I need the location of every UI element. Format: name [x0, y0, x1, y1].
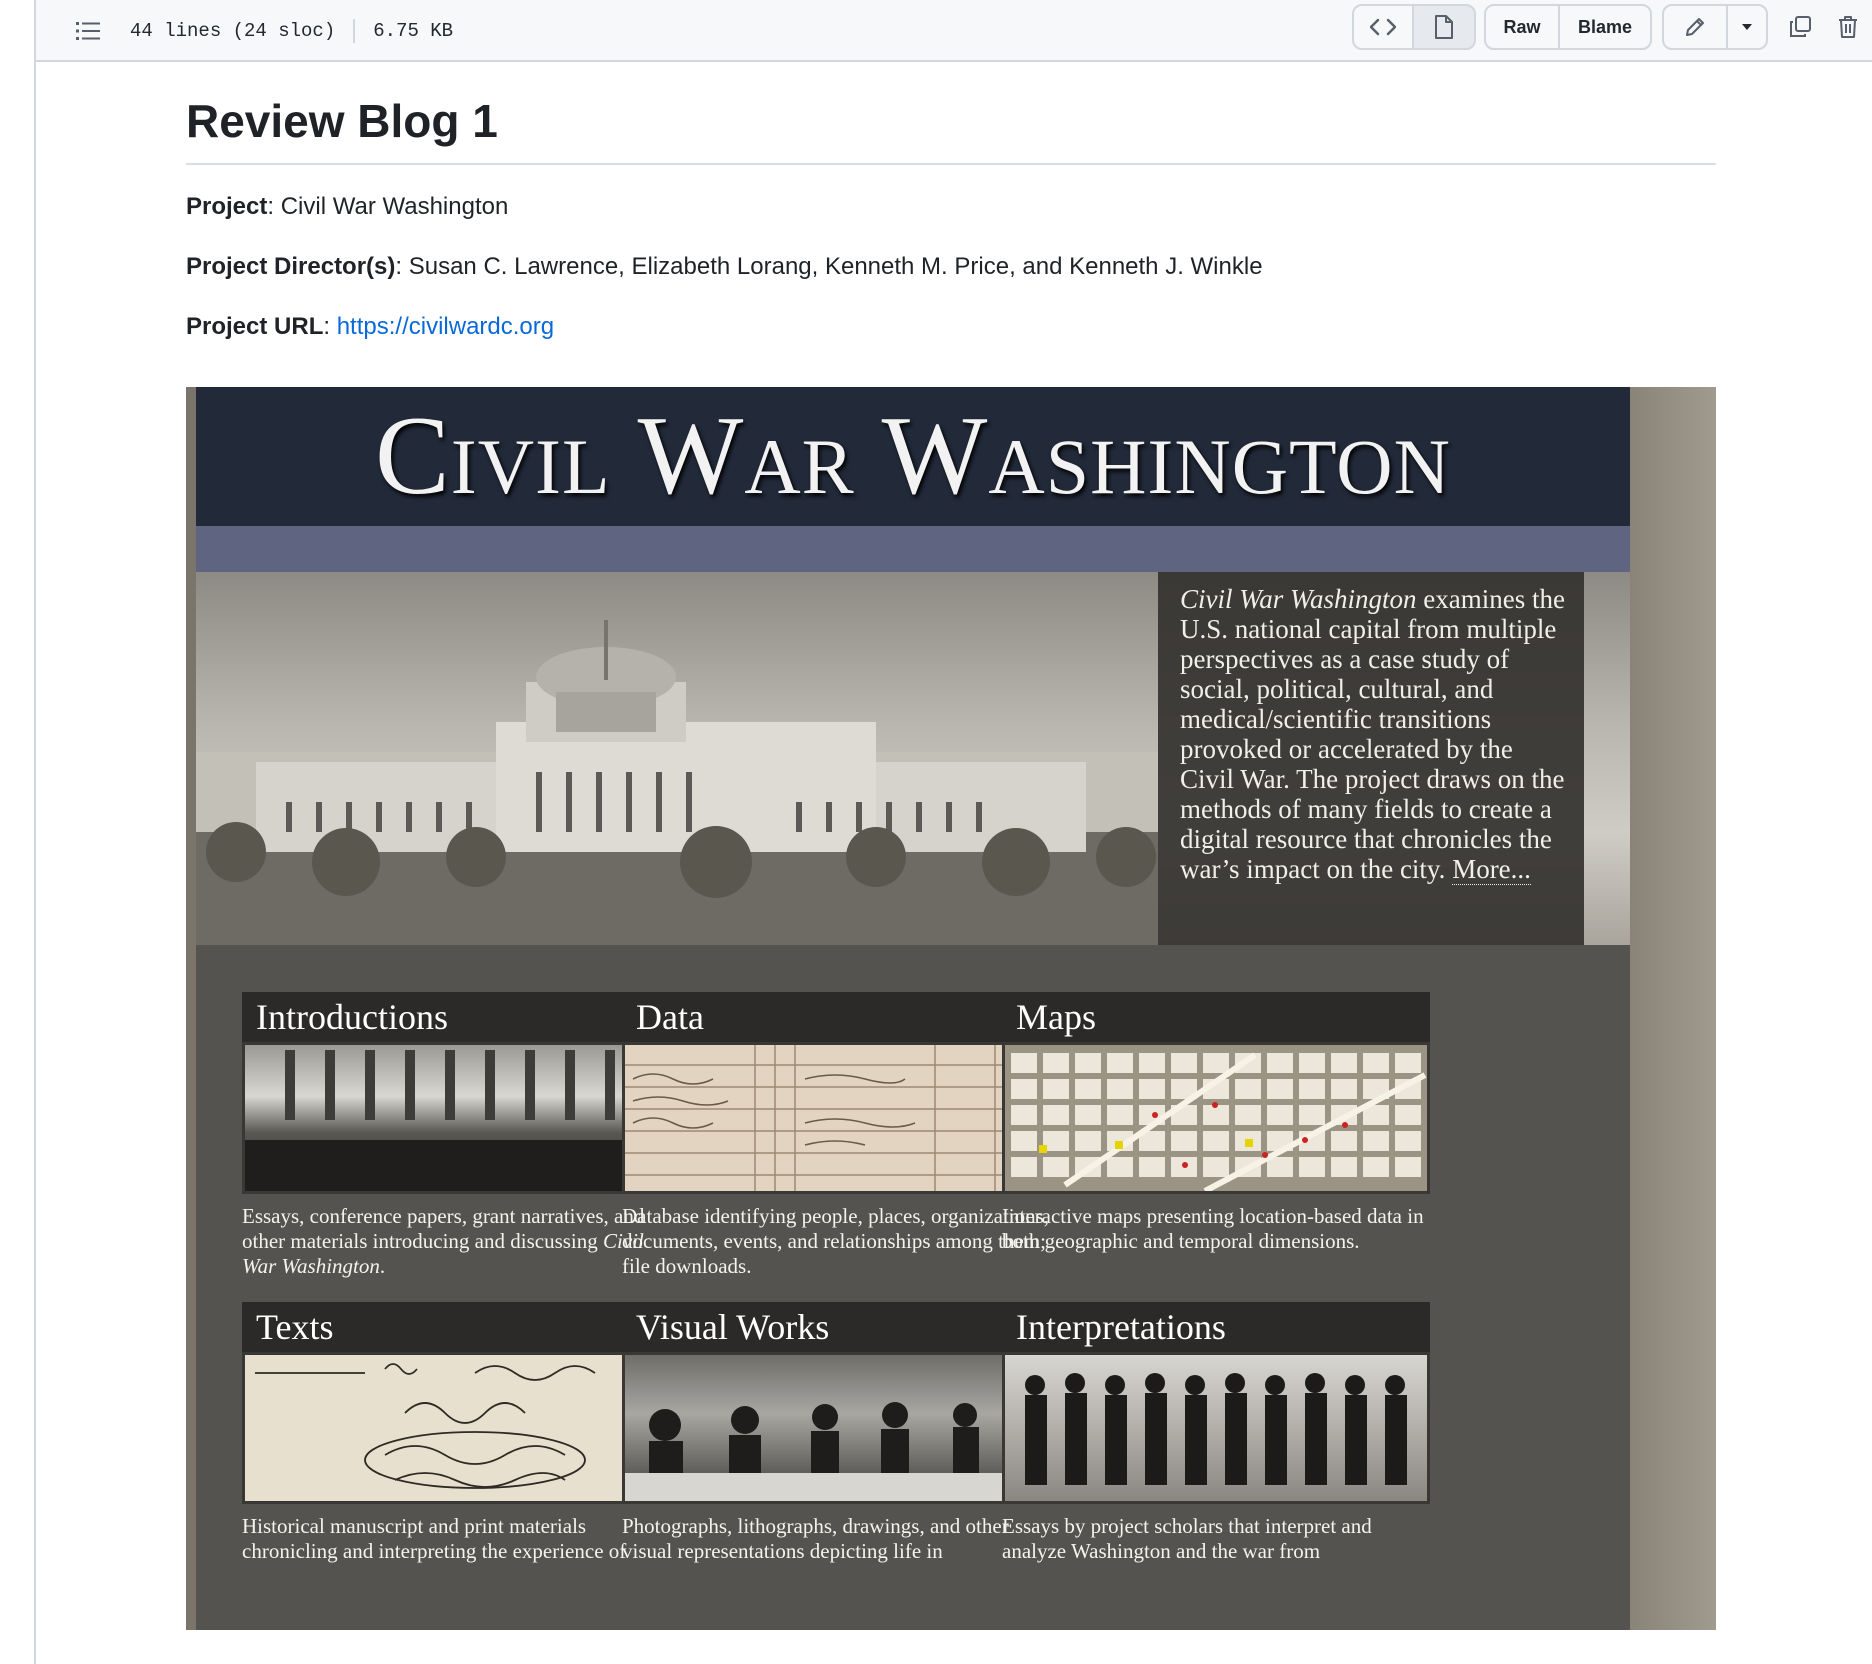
edit-file-button[interactable]: [1662, 4, 1728, 50]
inauguration-photo: [242, 1042, 670, 1194]
file-header-bar: 44 lines (24 sloc) 6.75 KB Raw Blame: [36, 0, 1872, 62]
project-value: : Civil War Washington: [267, 193, 509, 221]
card-desc-end: .: [379, 1254, 386, 1278]
card-description: Essays, conference papers, grant narrati…: [242, 1204, 670, 1279]
card-description: Historical manuscript and print material…: [242, 1514, 627, 1563]
file-size: 6.75 KB: [373, 20, 454, 42]
copy-icon: [1790, 16, 1811, 37]
manuscript-image: [242, 1352, 670, 1504]
screenshot-edge: [1630, 387, 1716, 1630]
site-intro-panel: Civil War Washington examines the U.S. n…: [1158, 572, 1584, 945]
directors-label: Project Director(s): [186, 253, 396, 281]
url-line: Project URL: https://civilwardc.org: [186, 309, 1716, 345]
card-description: Essays by project scholars that interpre…: [1002, 1514, 1372, 1563]
preview-view-button[interactable]: [1412, 4, 1476, 50]
card-interpretations[interactable]: Interpretations Essays by project schola…: [1002, 1302, 1430, 1564]
intro-more-link[interactable]: More...: [1452, 854, 1531, 885]
card-title: Texts: [242, 1302, 670, 1352]
url-label: Project URL: [186, 313, 324, 341]
card-description: Interactive maps presenting location-bas…: [1002, 1204, 1424, 1253]
blame-button[interactable]: Blame: [1558, 4, 1652, 50]
site-page: Civil War Washington Civil War Washingto…: [196, 387, 1630, 1630]
divider: [353, 19, 356, 43]
trash-icon: [1839, 16, 1857, 38]
card-data[interactable]: Data Database identifying people, places…: [622, 992, 1050, 1279]
card-description: Database identifying people, places, org…: [622, 1204, 1050, 1278]
card-title: Interpretations: [1002, 1302, 1430, 1352]
ledger-photo: [622, 1042, 1050, 1194]
card-maps[interactable]: Maps Interactive maps presenting locatio…: [1002, 992, 1430, 1254]
directors-value: : Susan C. Lawrence, Elizabeth Lorang, K…: [395, 253, 1263, 281]
card-visual-works[interactable]: Visual Works Photographs, lithographs, d…: [622, 1302, 1050, 1564]
card-title: Introductions: [242, 992, 670, 1042]
soldiers-photo: [1002, 1352, 1430, 1504]
code-view-button[interactable]: [1352, 4, 1414, 50]
triangle-down-icon: [1742, 24, 1752, 30]
card-texts[interactable]: Texts Historical manuscript and print ma…: [242, 1302, 670, 1564]
edit-options-dropdown[interactable]: [1726, 4, 1768, 50]
project-label: Project: [186, 193, 268, 221]
card-title: Maps: [1002, 992, 1430, 1042]
page-title: Review Blog 1: [186, 94, 1716, 166]
directors-line: Project Director(s): Susan C. Lawrence, …: [186, 249, 1716, 285]
intro-title-italic: Civil War Washington: [1180, 584, 1417, 614]
card-title: Visual Works: [622, 1302, 1050, 1352]
intro-text: examines the U.S. national capital from …: [1180, 584, 1565, 884]
raw-button[interactable]: Raw: [1484, 4, 1560, 50]
outline-list-icon[interactable]: [76, 20, 102, 42]
copy-content-button[interactable]: [1778, 4, 1822, 50]
pencil-icon: [1686, 18, 1704, 36]
file-meta: 44 lines (24 sloc) 6.75 KB: [76, 0, 453, 62]
banner-band: [196, 526, 1630, 572]
site-banner-title: Civil War Washington: [375, 394, 1451, 518]
card-description: Photographs, lithographs, drawings, and …: [622, 1514, 1009, 1563]
project-url-link[interactable]: https://civilwardc.org: [337, 313, 554, 340]
site-banner: Civil War Washington: [196, 387, 1630, 526]
markdown-body: Review Blog 1 Project: Civil War Washing…: [186, 94, 1716, 345]
code-icon: [1370, 18, 1396, 36]
site-screenshot: Civil War Washington Civil War Washingto…: [186, 387, 1716, 1630]
project-line: Project: Civil War Washington: [186, 189, 1716, 225]
url-separator: :: [323, 313, 337, 341]
card-desc-text: Essays, conference papers, grant narrati…: [242, 1204, 645, 1253]
delete-file-button[interactable]: [1826, 4, 1870, 50]
map-image: [1002, 1042, 1430, 1194]
hospital-photo: [622, 1352, 1050, 1504]
file-icon: [1435, 15, 1453, 39]
card-introductions[interactable]: Introductions Essays, conference papers,…: [242, 992, 670, 1279]
line-count: 44 lines (24 sloc): [130, 20, 336, 42]
card-title: Data: [622, 992, 1050, 1042]
